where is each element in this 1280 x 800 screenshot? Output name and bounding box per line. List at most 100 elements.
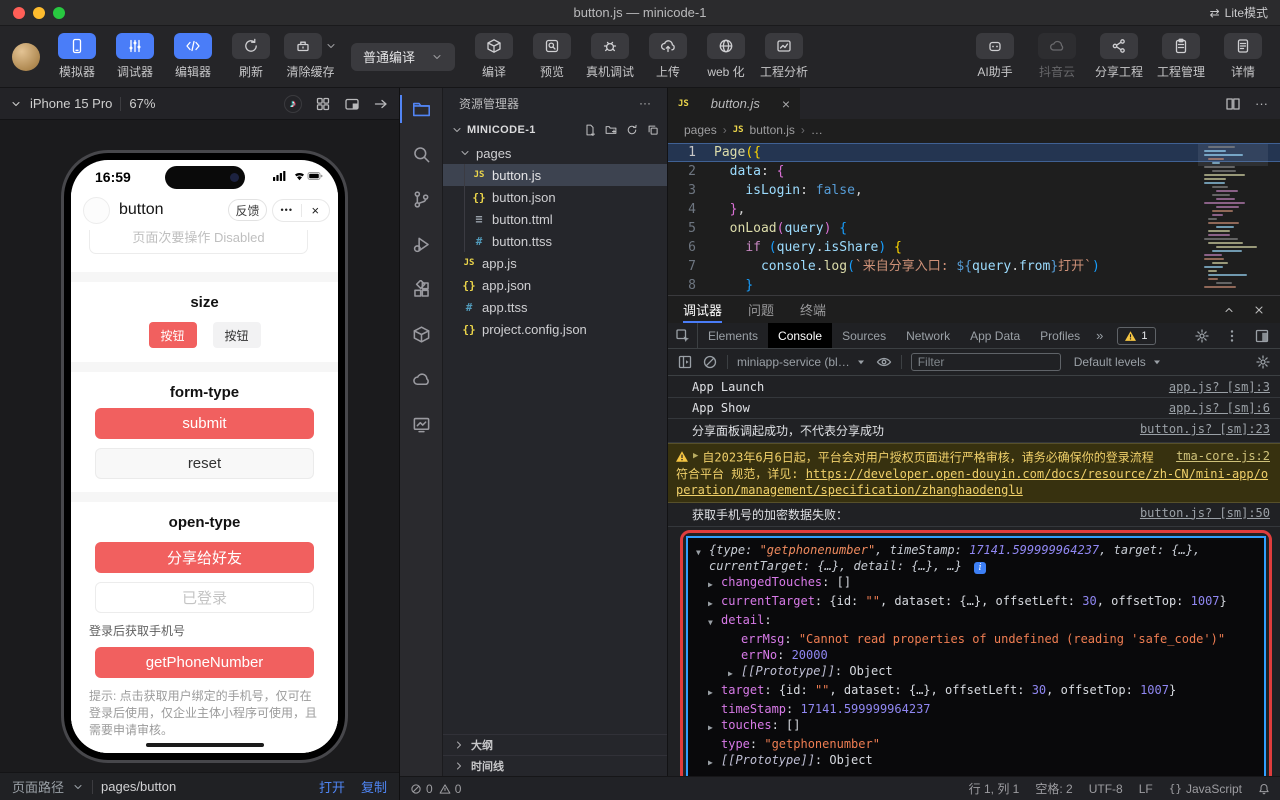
- object-property-row[interactable]: ▶ [[Prototype]]: Object: [696, 663, 1256, 682]
- warning-badge[interactable]: 1: [1117, 326, 1156, 345]
- toolbar-clear-cache[interactable]: 清除缓存: [284, 33, 337, 80]
- triangle-down-icon[interactable]: ▼: [696, 542, 709, 574]
- device-name[interactable]: iPhone 15 Pro: [30, 96, 112, 111]
- collapse-all-icon[interactable]: [647, 124, 659, 136]
- event-object-block[interactable]: ▼ {type: "getphonenumber", timeStamp: 171…: [686, 535, 1266, 776]
- new-folder-icon[interactable]: [605, 124, 617, 136]
- breadcrumb[interactable]: pages › JS button.js › …: [668, 119, 1280, 141]
- code-area[interactable]: 1 Page({2 data: {3 isLogin: false, 4 }, 5 o…: [668, 141, 1280, 295]
- cloud-icon[interactable]: [400, 367, 443, 391]
- devtools-tab-elements[interactable]: Elements: [698, 323, 768, 348]
- object-property-row[interactable]: ▶ changedTouches: []: [696, 574, 1256, 593]
- feedback-button[interactable]: 反馈: [228, 199, 267, 221]
- collapse-panel-icon[interactable]: [1223, 304, 1235, 316]
- toolbar-project-management[interactable]: 工程管理: [1156, 33, 1206, 80]
- encoding-setting[interactable]: UTF-8: [1089, 782, 1123, 796]
- new-file-icon[interactable]: [584, 124, 596, 136]
- object-preview-row[interactable]: ▼ {type: "getphonenumber", timeStamp: 171…: [696, 542, 1256, 574]
- toolbar-refresh[interactable]: 刷新: [226, 33, 276, 80]
- settings-gear-icon[interactable]: [1194, 328, 1210, 344]
- file-button-js[interactable]: JS button.js: [443, 164, 667, 186]
- douyin-logo-icon[interactable]: ♪: [284, 94, 302, 113]
- timeline-section[interactable]: 时间线: [443, 755, 667, 776]
- object-property-row[interactable]: ▶ touches: []: [696, 717, 1256, 736]
- close-window-button[interactable]: [13, 7, 25, 19]
- monitor-chart-icon[interactable]: [400, 412, 443, 436]
- file-button-json[interactable]: {} button.json: [443, 186, 667, 208]
- devtools-tab-profiles[interactable]: Profiles: [1030, 323, 1090, 348]
- panel-tab-问题[interactable]: 问题: [748, 296, 774, 323]
- reset-button[interactable]: reset: [95, 448, 314, 479]
- console-output[interactable]: App Launch app.js? [sm]:3 App Show app.js? …: [668, 377, 1280, 776]
- inspect-element-icon[interactable]: [668, 323, 698, 348]
- close-app-button[interactable]: ×: [302, 200, 330, 221]
- context-selector[interactable]: miniapp-service (bl…: [737, 355, 867, 369]
- run-debug-icon[interactable]: [400, 232, 443, 256]
- object-property-row[interactable]: ▶ [[Prototype]]: Object: [696, 752, 1256, 771]
- cursor-position[interactable]: 行 1, 列 1: [969, 780, 1020, 797]
- explorer-icon[interactable]: [399, 95, 443, 123]
- file-button-ttml[interactable]: ≡ button.ttml: [443, 208, 667, 230]
- user-avatar[interactable]: [12, 42, 40, 71]
- refresh-icon[interactable]: [626, 124, 638, 136]
- submit-button[interactable]: submit: [95, 408, 314, 439]
- file-project-config-json[interactable]: {} project.config.json: [443, 318, 667, 340]
- error-count[interactable]: 0: [410, 782, 433, 796]
- grid-icon[interactable]: [315, 96, 331, 112]
- object-property-row[interactable]: ▼ detail:: [696, 612, 1256, 631]
- toolbar-share-project[interactable]: 分享工程: [1094, 33, 1144, 80]
- kebab-menu-icon[interactable]: [1224, 328, 1240, 344]
- package-icon[interactable]: [400, 322, 443, 346]
- triangle-icon[interactable]: ▼: [708, 612, 721, 631]
- toolbar-device-debug[interactable]: 真机调试: [585, 33, 635, 80]
- breadcrumb-folder[interactable]: pages: [684, 123, 717, 137]
- split-editor-icon[interactable]: [1225, 96, 1241, 112]
- copy-path-button[interactable]: 复制: [361, 777, 387, 796]
- console-source-link[interactable]: button.js? [sm]:50: [1140, 506, 1270, 520]
- panel-tab-调试器[interactable]: 调试器: [683, 296, 723, 323]
- mini-primary-button[interactable]: 按钮: [148, 322, 197, 348]
- object-property-row[interactable]: type: "getphonenumber": [696, 736, 1256, 752]
- clear-console-icon[interactable]: [702, 354, 718, 370]
- console-log-message[interactable]: App Show app.js? [sm]:6: [668, 398, 1280, 419]
- toolbar-upload[interactable]: 上传: [643, 33, 693, 80]
- outline-section[interactable]: 大纲: [443, 734, 667, 755]
- console-source-link[interactable]: app.js? [sm]:6: [1169, 401, 1270, 415]
- get-phone-number-button[interactable]: getPhoneNumber: [95, 647, 314, 678]
- chevron-down-icon[interactable]: [10, 98, 22, 110]
- triangle-icon[interactable]: ▶: [708, 752, 721, 771]
- warning-count[interactable]: 0: [439, 782, 461, 796]
- more-tabs-icon[interactable]: »: [1090, 323, 1109, 348]
- indentation-setting[interactable]: 空格: 2: [1035, 780, 1072, 797]
- toolbar-preview[interactable]: 预览: [527, 33, 577, 80]
- filter-input[interactable]: [910, 353, 1061, 371]
- toolbar-debugger[interactable]: 调试器: [110, 33, 160, 80]
- triangle-icon[interactable]: ▶: [728, 663, 741, 682]
- devtools-tab-network[interactable]: Network: [896, 323, 960, 348]
- info-icon[interactable]: i: [974, 561, 987, 574]
- console-log-message[interactable]: 分享面板调起成功，不代表分享成功 button.js? [sm]:23: [668, 419, 1280, 443]
- more-actions-icon[interactable]: ···: [1255, 96, 1268, 111]
- chevron-down-icon[interactable]: [325, 40, 337, 52]
- panel-tab-终端[interactable]: 终端: [800, 296, 826, 323]
- zoom-level[interactable]: 67%: [129, 96, 155, 111]
- share-button[interactable]: 分享给好友: [95, 542, 314, 573]
- object-property-row[interactable]: ▶ currentTarget: {id: "", dataset: {…}, o…: [696, 593, 1256, 612]
- mini-default-button[interactable]: 按钮: [212, 322, 261, 348]
- toolbar-editor[interactable]: 编辑器: [168, 33, 218, 80]
- more-menu-button[interactable]: •••: [273, 200, 301, 221]
- file-button-ttss[interactable]: # button.ttss: [443, 230, 667, 252]
- page-path-value[interactable]: pages/button: [101, 779, 176, 794]
- open-path-button[interactable]: 打开: [319, 777, 345, 796]
- devtools-tab-app-data[interactable]: App Data: [960, 323, 1030, 348]
- breadcrumb-file[interactable]: button.js: [750, 123, 795, 137]
- project-root-row[interactable]: MINICODE-1: [443, 118, 667, 142]
- triangle-icon[interactable]: ▶: [708, 593, 721, 612]
- minimap[interactable]: [1198, 144, 1268, 292]
- search-icon[interactable]: [400, 142, 443, 166]
- console-log-message[interactable]: App Launch app.js? [sm]:3: [668, 377, 1280, 398]
- console-log-message[interactable]: 获取手机号的加密数据失败： button.js? [sm]:50: [668, 503, 1280, 527]
- toolbar-simulator[interactable]: 模拟器: [52, 33, 102, 80]
- eol-setting[interactable]: LF: [1139, 782, 1153, 796]
- folder-pages[interactable]: pages: [443, 142, 667, 164]
